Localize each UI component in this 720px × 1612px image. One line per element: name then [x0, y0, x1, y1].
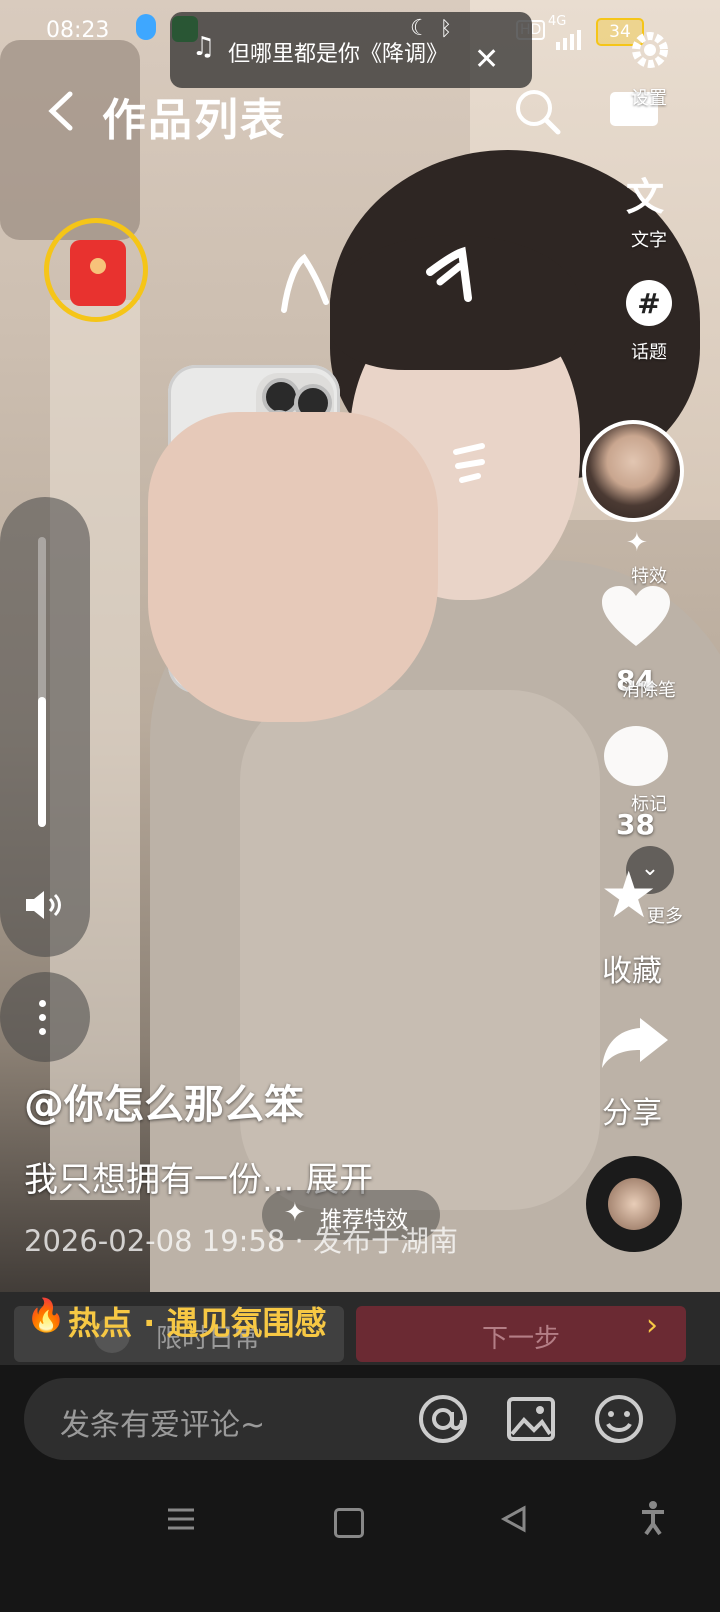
fire-icon: 🔥 [26, 1296, 66, 1334]
post-meta: 2026-02-08 19:58 · 发布于湖南 [24, 1224, 458, 1258]
next-button[interactable]: 下一步 › [356, 1306, 686, 1362]
sparkle-icon[interactable]: ✦ [626, 528, 648, 558]
settings-label: 设置 [631, 88, 667, 109]
app-drop-icon [136, 14, 156, 40]
status-time: 08:23 [46, 18, 110, 43]
signal-icon [554, 28, 584, 55]
share-icon[interactable] [600, 1014, 670, 1074]
speaker-icon[interactable] [24, 889, 64, 925]
moon-icon: ☾ [410, 16, 430, 41]
gear-icon[interactable] [626, 26, 674, 78]
doodle-whiskers [453, 443, 485, 483]
doodle-ear-left [281, 253, 329, 313]
hot-topic-label[interactable]: 热点 · 遇见氛围感 [68, 1298, 326, 1344]
music-notification[interactable]: ♫ 但哪里都是你《降调》 ☾ ᛒ ✕ [170, 12, 532, 88]
mention-icon[interactable] [416, 1392, 470, 1450]
back-nav-icon[interactable] [500, 1504, 528, 1538]
back-button[interactable] [42, 88, 82, 138]
volume-fill [38, 697, 46, 827]
home-icon[interactable] [334, 1508, 364, 1538]
redpacket-icon[interactable] [70, 240, 126, 306]
comment-count: 38 [616, 808, 655, 841]
page-title: 作品列表 [102, 95, 286, 146]
chevron-right-icon: › [646, 1308, 658, 1343]
doodle-ear-right [426, 246, 472, 302]
like-icon[interactable] [600, 584, 672, 654]
more-label: 更多 [647, 906, 683, 927]
music-disc[interactable] [586, 1156, 682, 1252]
topic-icon[interactable]: # [626, 280, 672, 326]
wifi-off-icon: ✕ [474, 42, 500, 77]
caption-text: 我只想拥有一份... [24, 1160, 295, 1200]
sleeve [240, 690, 600, 1210]
hot-topic-bar[interactable]: 限时日常 下一步 › 🔥 热点 · 遇见氛围感 [0, 1292, 720, 1365]
share-label: 分享 [602, 1096, 662, 1131]
emoji-icon[interactable] [592, 1392, 646, 1450]
menu-icon[interactable] [166, 1504, 196, 1538]
comment-icon[interactable] [604, 726, 668, 786]
more-options-button[interactable] [0, 972, 90, 1062]
text-tool-icon[interactable]: 文 [626, 166, 664, 221]
bluetooth-icon: ᛒ [440, 16, 452, 40]
network-type: 4G [548, 14, 567, 29]
volume-panel[interactable] [0, 497, 90, 957]
music-note-icon: ♫ [192, 32, 216, 62]
accessibility-icon[interactable] [640, 1500, 666, 1540]
author-avatar[interactable] [582, 420, 684, 522]
next-label: 下一步 [482, 1324, 561, 1354]
comment-input[interactable]: 发条有爱评论~ [24, 1378, 676, 1460]
topic-label: 话题 [631, 342, 667, 363]
favorite-label: 收藏 [602, 954, 662, 989]
comment-placeholder: 发条有爱评论~ [60, 1408, 266, 1443]
eraser-label: 消除笔 [622, 680, 676, 701]
author-name[interactable]: @你怎么那么笨 [24, 1072, 304, 1130]
image-icon[interactable] [506, 1394, 556, 1448]
search-icon[interactable] [512, 86, 562, 140]
hand [148, 412, 438, 722]
text-tool-label: 文字 [631, 230, 667, 251]
